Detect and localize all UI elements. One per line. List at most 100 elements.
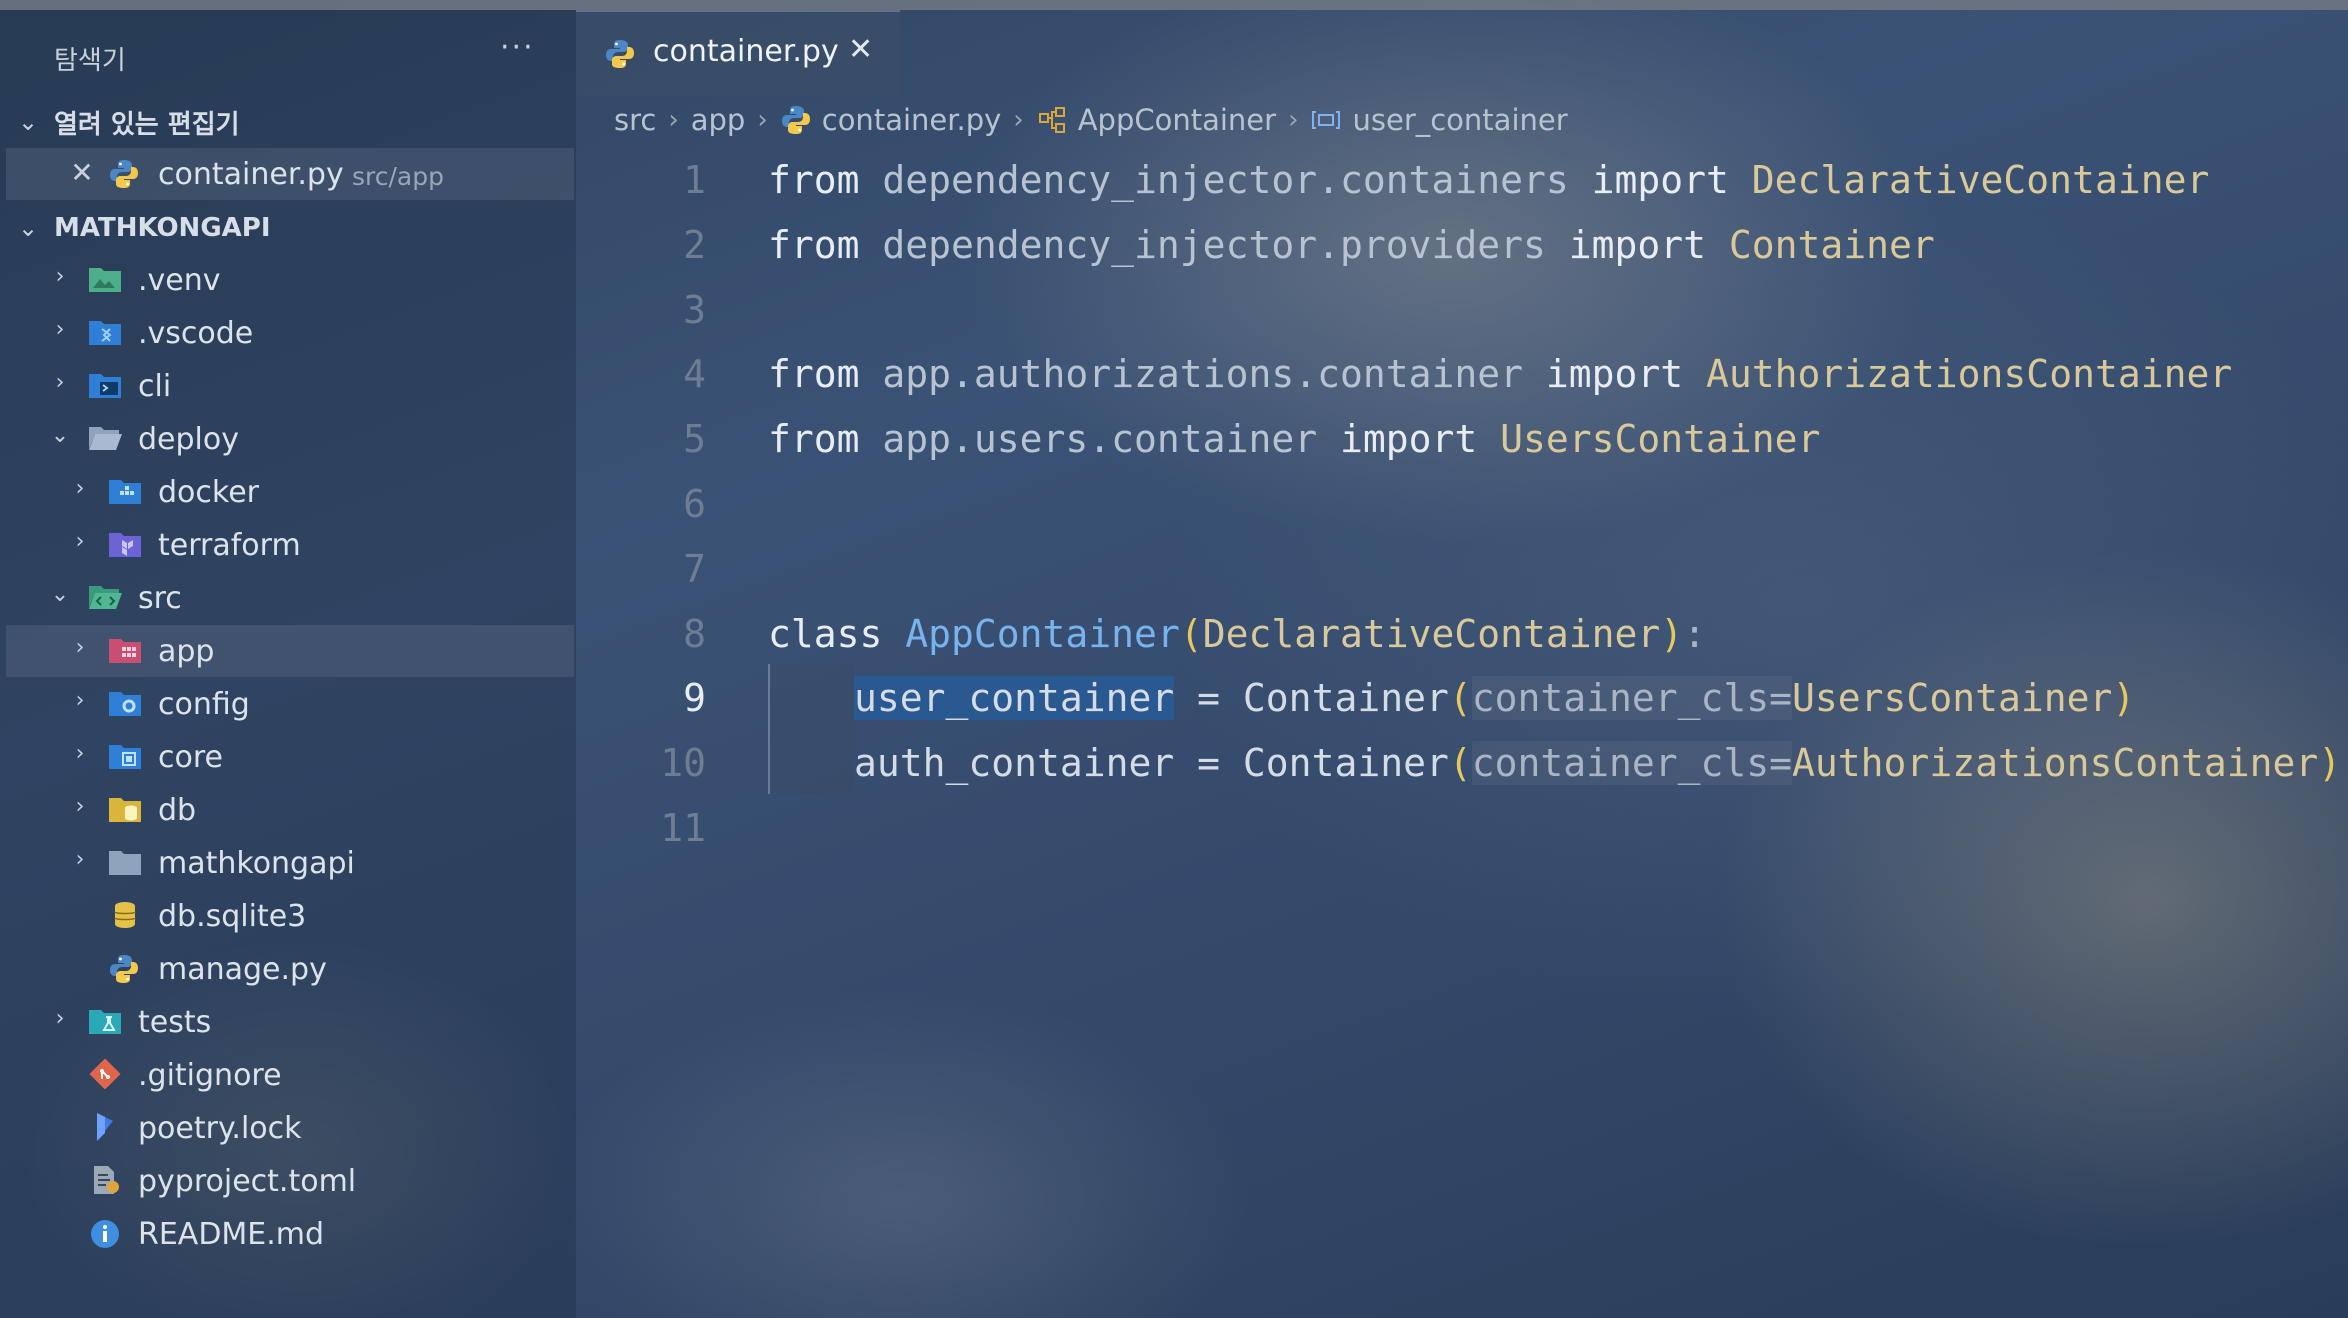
toml-icon xyxy=(88,1165,122,1197)
git-icon xyxy=(88,1059,122,1091)
keyword: import xyxy=(1568,223,1707,267)
paren: ( xyxy=(1448,741,1472,785)
chevron-down-icon: ⌄ xyxy=(50,423,70,448)
code-line[interactable]: from app.users.container import UsersCon… xyxy=(768,407,1820,471)
tree-item-label: docker xyxy=(158,475,259,510)
code-line[interactable]: auth_container = Container(container_cls… xyxy=(854,731,2341,795)
code-line[interactable]: from dependency_injector.providers impor… xyxy=(768,213,1935,277)
code-line[interactable]: class AppContainer(DeclarativeContainer)… xyxy=(768,602,1706,666)
tree-item-cli[interactable]: › cli xyxy=(6,360,574,412)
open-editors-section[interactable]: ⌄ 열려 있는 편집기 xyxy=(0,96,576,148)
tree-item-label: db.sqlite3 xyxy=(158,899,307,934)
window-top-strip xyxy=(0,0,2348,10)
folder-icon xyxy=(108,847,142,879)
line-number: 5 xyxy=(683,417,706,461)
app-folder-icon xyxy=(108,635,142,667)
breadcrumb-src[interactable]: src xyxy=(614,103,656,137)
tree-item-deploy[interactable]: ⌄ deploy xyxy=(6,413,574,465)
cli-folder-icon xyxy=(88,370,122,402)
line-number: 4 xyxy=(683,352,706,396)
tab-label: container.py xyxy=(653,34,839,69)
code-line[interactable]: from dependency_injector.containers impo… xyxy=(768,148,2209,212)
indent-guide xyxy=(768,664,770,794)
line-number: 8 xyxy=(683,612,706,656)
tree-item-manage-py[interactable]: manage.py xyxy=(6,943,574,995)
keyword: from xyxy=(768,352,860,396)
chevron-right-icon: › xyxy=(75,688,85,713)
tree-item-label: core xyxy=(158,740,223,775)
chevron-right-icon: › xyxy=(55,1006,65,1031)
explorer-title: 탐색기 xyxy=(54,46,126,76)
chevron-down-icon: ⌄ xyxy=(17,108,39,136)
chevron-right-icon: › xyxy=(1013,105,1024,135)
tree-item-mathkongapi[interactable]: › mathkongapi xyxy=(6,837,574,889)
tree-item-poetry-lock[interactable]: poetry.lock xyxy=(6,1102,574,1154)
paren: ) xyxy=(2318,741,2342,785)
python-icon xyxy=(108,953,142,985)
tab-container-py[interactable]: container.py ✕ xyxy=(576,10,900,96)
imported-name: DeclarativeContainer xyxy=(1728,158,2210,202)
more-actions-button[interactable]: ··· xyxy=(500,30,535,65)
line-number: 2 xyxy=(683,223,706,267)
tab-close-button[interactable]: ✕ xyxy=(848,32,873,67)
breadcrumb-class[interactable]: AppContainer xyxy=(1078,103,1276,137)
close-icon[interactable]: ✕ xyxy=(68,156,96,189)
open-editors-label: 열려 있는 편집기 xyxy=(54,109,240,140)
tree-item-vscode[interactable]: › .vscode xyxy=(6,307,574,359)
chevron-right-icon: › xyxy=(757,105,768,135)
tree-item-db-sqlite3[interactable]: db.sqlite3 xyxy=(6,890,574,942)
assignment: = Container xyxy=(1174,676,1449,720)
tree-item-label: src xyxy=(138,581,182,616)
python-icon xyxy=(780,104,812,136)
paren: ( xyxy=(1179,612,1203,656)
tree-item-tests[interactable]: › tests xyxy=(6,996,574,1048)
keyword: from xyxy=(768,158,860,202)
paren: ) xyxy=(2112,676,2136,720)
breadcrumb-app[interactable]: app xyxy=(691,103,746,137)
tree-item-label: terraform xyxy=(158,528,301,563)
variable-symbol-icon xyxy=(1310,104,1342,136)
paren: ( xyxy=(1448,676,1472,720)
imported-name: AuthorizationsContainer xyxy=(1683,352,2233,396)
tree-item-label: .gitignore xyxy=(138,1058,282,1093)
tree-item-config[interactable]: › config xyxy=(6,678,574,730)
src-folder-icon xyxy=(88,582,122,614)
tree-item-pyproject-toml[interactable]: pyproject.toml xyxy=(6,1155,574,1207)
chevron-right-icon: › xyxy=(668,105,679,135)
chevron-right-icon: › xyxy=(55,317,65,342)
argument-value: AuthorizationsContainer xyxy=(1792,741,2319,785)
keyword: from xyxy=(768,223,860,267)
code-line[interactable]: from app.authorizations.container import… xyxy=(768,342,2232,406)
argument-value: UsersContainer xyxy=(1792,676,2113,720)
tree-item-docker[interactable]: › docker xyxy=(6,466,574,518)
project-section[interactable]: ⌄ MATHKONGAPI xyxy=(0,202,576,254)
breadcrumb-file[interactable]: container.py xyxy=(822,103,1002,137)
code-line-active[interactable]: user_container = Container(container_cls… xyxy=(854,666,2135,730)
breadcrumb-variable[interactable]: user_container xyxy=(1352,103,1567,137)
parameter-name: container_cls xyxy=(1471,676,1770,720)
open-editor-filename: container.py xyxy=(158,157,344,192)
tree-item-venv[interactable]: › .venv xyxy=(6,254,574,306)
tree-item-gitignore[interactable]: .gitignore xyxy=(6,1049,574,1101)
chevron-right-icon: › xyxy=(75,476,85,501)
code-editor[interactable]: 1 2 3 4 5 6 7 8 9 10 11 from dependency_… xyxy=(576,148,2348,850)
config-folder-icon xyxy=(108,688,142,720)
keyword: import xyxy=(1545,352,1684,396)
parameter-name: container_cls xyxy=(1471,741,1770,785)
chevron-right-icon: › xyxy=(75,741,85,766)
tree-item-core[interactable]: › core xyxy=(6,731,574,783)
tree-item-readme[interactable]: README.md xyxy=(6,1208,574,1260)
chevron-right-icon: › xyxy=(75,794,85,819)
tree-item-app[interactable]: › app xyxy=(6,625,574,677)
tree-item-src[interactable]: ⌄ src xyxy=(6,572,574,624)
terraform-folder-icon xyxy=(108,529,142,561)
open-editor-item[interactable]: ✕ container.py src/app xyxy=(6,148,574,200)
tree-item-db[interactable]: › db xyxy=(6,784,574,836)
imported-name: Container xyxy=(1706,223,1935,267)
tree-item-label: README.md xyxy=(138,1217,325,1252)
tree-item-terraform[interactable]: › terraform xyxy=(6,519,574,571)
line-number-active: 9 xyxy=(683,676,706,720)
db-folder-icon xyxy=(108,794,142,826)
folder-open-icon xyxy=(88,423,122,455)
tree-item-label: poetry.lock xyxy=(138,1111,302,1146)
